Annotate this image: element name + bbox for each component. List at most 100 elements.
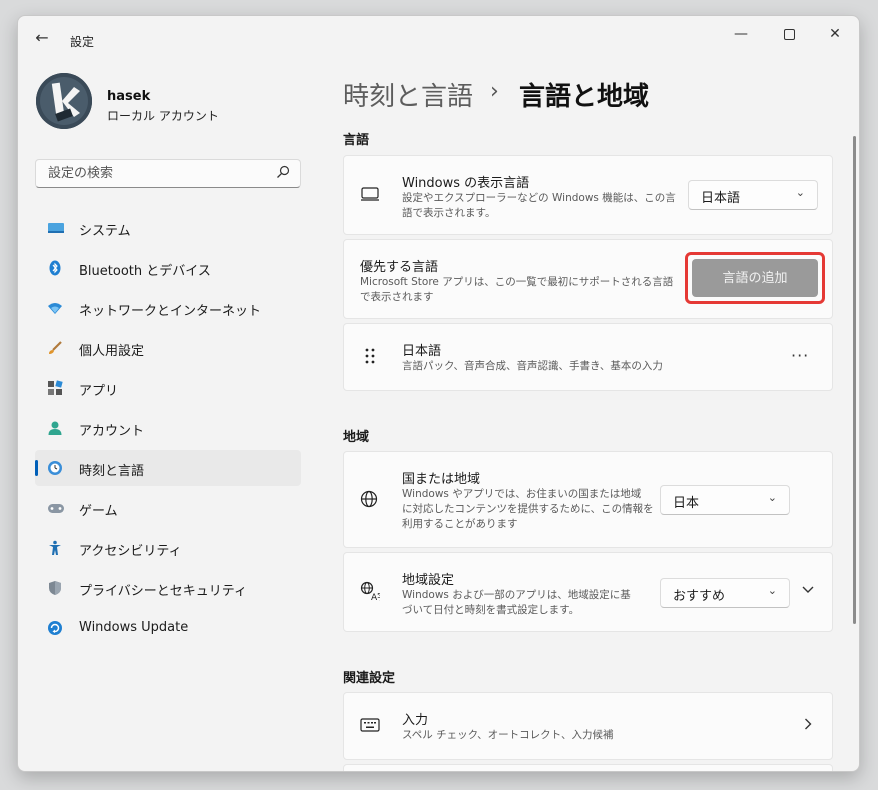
sidebar-item-label: アプリ [79,384,119,399]
sidebar-item-label: アクセシビリティ [79,544,182,559]
preferred-language-desc: Microsoft Store アプリは、この一覧で最初にサポートされる言語 で… [360,275,673,305]
svg-text:A字: A字 [371,591,380,601]
desc-line: Microsoft Store アプリは、この一覧で最初にサポートされる言語 [360,276,674,288]
sidebar-item-label: ネットワークとインターネット [79,304,262,319]
apps-icon [47,380,63,396]
keyboard-icon [360,717,380,737]
sidebar-item-network[interactable]: ネットワークとインターネット [35,290,301,326]
japanese-language-title: 日本語 [402,344,442,359]
sidebar-item-label: 個人用設定 [79,344,145,359]
sidebar-item-label: プライバシーとセキュリティ [79,584,247,599]
country-region-title: 国または地域 [402,472,481,487]
add-language-button[interactable]: 言語の追加 [692,259,818,297]
avatar-image [36,73,92,129]
chevron-down-icon: ⌄ [795,186,805,199]
section-title-related: 関連設定 [343,671,396,686]
avatar[interactable] [36,73,92,129]
chevron-down-icon: ⌄ [767,584,777,597]
desc-line: Windows および一部のアプリは、地域設定に基 [402,589,631,601]
regional-format-title: 地域設定 [402,573,455,588]
desc-line: Windows やアプリでは、お住まいの国または地域 [402,488,642,500]
typing-title: 入力 [402,713,429,728]
monitor-icon [360,186,380,207]
search-box[interactable] [35,159,301,188]
expand-chevron-icon[interactable] [802,583,814,597]
scrollbar[interactable] [853,136,856,624]
sidebar-nav: システム Bluetooth とデバイス ネットワークとインターネット 個人用設… [35,210,301,650]
sidebar-item-label: アカウント [79,424,145,439]
app-title: 設定 [70,35,95,49]
typing-card[interactable]: 入力 スペル チェック、オートコレクト、入力候補 [343,692,833,760]
accessibility-icon [47,540,63,556]
more-options-icon[interactable]: ··· [791,346,809,365]
sidebar-item-system[interactable]: システム [35,210,301,246]
dropdown-value: 日本 [673,496,700,511]
display-language-dropdown[interactable]: 日本語 ⌄ [688,180,818,210]
typing-desc: スペル チェック、オートコレクト、入力候補 [402,729,614,741]
sidebar-item-personalization[interactable]: 個人用設定 [35,330,301,366]
sidebar-item-label: ゲーム [79,504,118,519]
search-icon[interactable] [276,165,290,183]
sidebar-item-label: システム [79,224,131,239]
sidebar-item-windows-update[interactable]: Windows Update [35,610,301,646]
shield-icon [47,580,63,596]
regional-format-dropdown[interactable]: おすすめ ⌄ [660,578,790,608]
desc-line: に対応したコンテンツを提供するために、この情報を [402,503,654,515]
dropdown-value: おすすめ [673,589,726,604]
drag-handle-icon[interactable] [364,347,376,370]
country-region-desc: Windows やアプリでは、お住まいの国または地域 に対応したコンテンツを提供… [402,487,654,532]
preferred-language-title: 優先する言語 [360,260,439,275]
chevron-down-icon: ⌄ [767,491,777,504]
sidebar-item-apps[interactable]: アプリ [35,370,301,406]
sidebar-item-accounts[interactable]: アカウント [35,410,301,446]
desc-line: で表示されます [360,291,434,303]
account-type: ローカル アカウント [107,109,219,123]
regional-format-card[interactable]: A字 地域設定 Windows および一部のアプリは、地域設定に基 づいて日付と… [343,552,833,632]
person-icon [47,420,63,436]
japanese-language-card[interactable]: 日本語 言語パック、音声合成、音声認識、手書き、基本の入力 ··· [343,323,833,391]
search-input[interactable] [46,165,270,182]
section-title-region: 地域 [343,430,370,445]
desc-line: 利用することがあります [402,518,518,530]
globe-icon [360,490,378,513]
maximize-button[interactable] [767,22,811,46]
sidebar-item-bluetooth[interactable]: Bluetooth とデバイス [35,250,301,286]
section-title-language: 言語 [343,133,370,148]
breadcrumb-separator-icon: › [490,79,499,104]
sidebar-item-label: 時刻と言語 [79,464,145,479]
title-bar: ← 設定 — ✕ [18,16,859,56]
brush-icon [47,340,63,356]
clock-globe-icon [47,460,63,476]
maximize-icon [783,28,795,40]
close-button[interactable]: ✕ [813,22,857,46]
user-name: hasek [107,89,151,104]
minimize-button[interactable]: — [719,22,763,46]
wifi-icon [47,300,63,316]
country-region-card: 国または地域 Windows やアプリでは、お住まいの国または地域 に対応したコ… [343,451,833,548]
page-title: 言語と地域 [519,82,650,112]
next-setting-card[interactable] [343,764,833,771]
language-region-icon: A字 [360,581,386,606]
japanese-language-desc: 言語パック、音声合成、音声認識、手書き、基本の入力 [402,360,663,372]
sidebar-item-privacy[interactable]: プライバシーとセキュリティ [35,570,301,606]
chevron-right-icon [804,718,812,734]
update-icon [47,620,63,636]
desc-line: づいて日付と時刻を書式設定します。 [402,604,580,616]
gamepad-icon [47,500,64,516]
breadcrumb-parent[interactable]: 時刻と言語 [343,76,473,113]
add-language-highlight: 言語の追加 [685,252,825,304]
system-icon [47,220,64,236]
dropdown-value: 日本語 [701,191,741,206]
back-button[interactable]: ← [32,28,52,48]
desc-line: 設定やエクスプローラーなどの Windows 機能は、この言 [402,192,676,204]
sidebar-item-label: Windows Update [79,620,189,635]
bluetooth-icon [47,260,63,276]
display-language-card: Windows の表示言語 設定やエクスプローラーなどの Windows 機能は… [343,155,833,235]
sidebar-item-gaming[interactable]: ゲーム [35,490,301,526]
display-language-desc: 設定やエクスプローラーなどの Windows 機能は、この言 語で表示されます。 [402,191,676,221]
sidebar-item-accessibility[interactable]: アクセシビリティ [35,530,301,566]
sidebar-item-time-language[interactable]: 時刻と言語 [35,450,301,486]
display-language-title: Windows の表示言語 [402,176,530,191]
settings-window: ← 設定 — ✕ hasek ローカル アカウント システム [17,15,860,772]
country-dropdown[interactable]: 日本 ⌄ [660,485,790,515]
